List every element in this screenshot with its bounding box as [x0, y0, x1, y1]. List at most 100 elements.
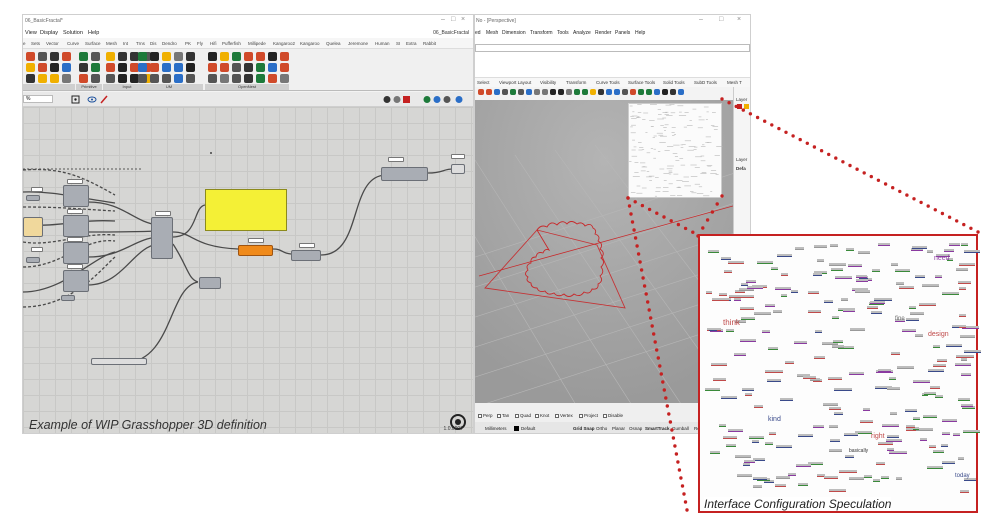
- word-mark: [829, 425, 838, 428]
- connector-dot: [661, 380, 665, 384]
- connector-dot: [646, 300, 650, 304]
- connector-dot: [633, 236, 638, 240]
- connector-dot: [638, 260, 642, 264]
- word-mark: [881, 476, 889, 479]
- word-mark: [832, 345, 844, 348]
- word-mark: [754, 312, 771, 315]
- connector-dot: [734, 104, 738, 109]
- word-mark: [933, 345, 940, 348]
- word-mark: [749, 436, 764, 439]
- connector-dot: [827, 152, 831, 157]
- word-mark: [964, 350, 981, 353]
- connector-dot: [640, 203, 645, 208]
- connector-dot: [659, 372, 663, 376]
- word-mark: [913, 417, 920, 420]
- word-mark: [708, 250, 719, 253]
- word-mark: [942, 419, 957, 422]
- word-mark: [814, 356, 825, 359]
- word-mark: [781, 294, 787, 297]
- word-mark: [848, 264, 862, 267]
- word-mark: [834, 388, 852, 391]
- connector-dot: [727, 101, 731, 105]
- connector-dot: [653, 340, 657, 344]
- word-mark: [823, 403, 838, 406]
- word-mark: [872, 269, 880, 272]
- word-mark: [728, 429, 743, 432]
- word-mark: [958, 457, 964, 460]
- connector-dot: [812, 145, 817, 149]
- word-mark: [887, 387, 900, 390]
- word-mark: [794, 341, 807, 344]
- word-mark: [754, 405, 763, 408]
- word-mark: [887, 435, 899, 438]
- connector-dot: [626, 196, 630, 200]
- connector-dot: [755, 115, 760, 120]
- connector-dot: [652, 332, 656, 336]
- word-mark: [814, 245, 827, 248]
- word-mark: [743, 463, 750, 466]
- connector-dot: [848, 163, 852, 168]
- word-mark: [752, 440, 759, 443]
- word-mark: [946, 344, 962, 347]
- word-mark: [824, 300, 833, 303]
- connector-dot: [673, 444, 677, 448]
- connector-dot: [834, 156, 838, 160]
- word-mark: [813, 425, 824, 428]
- word-mark: [765, 304, 775, 307]
- word-mark: [863, 408, 870, 411]
- connector-dot: [919, 200, 923, 205]
- word-mark: [788, 473, 796, 476]
- word-mark: [726, 444, 736, 447]
- word-mark: [922, 284, 939, 287]
- connector-dot: [962, 222, 966, 227]
- word-mark: [829, 263, 846, 266]
- connector-dot: [662, 388, 666, 392]
- connector-dot: [667, 412, 671, 416]
- connector-dot: [644, 292, 648, 296]
- word-mark: [899, 286, 914, 289]
- word-mark: [864, 475, 872, 478]
- word-mark: [928, 369, 944, 372]
- word-mark: [878, 243, 890, 246]
- word-mark: [768, 347, 778, 350]
- word-mark: [791, 290, 798, 293]
- connector-dot: [691, 230, 695, 234]
- word-mark: [963, 430, 980, 433]
- word-mark: [830, 439, 840, 442]
- connector-dot: [710, 210, 715, 214]
- connector-dot: [636, 252, 641, 256]
- word-mark: [746, 280, 756, 283]
- word-mark: [785, 361, 794, 364]
- connector-dot: [947, 215, 952, 219]
- word-mark: [824, 476, 838, 479]
- word-mark: [927, 250, 933, 253]
- keyword-fine: fine: [895, 316, 905, 322]
- word-mark: [887, 448, 894, 451]
- connector-dot: [647, 207, 652, 212]
- word-mark: [941, 444, 948, 447]
- word-mark: [808, 291, 819, 294]
- word-mark: [834, 412, 843, 415]
- connector-dot: [629, 212, 633, 216]
- word-mark: [937, 359, 947, 362]
- word-mark: [944, 249, 954, 252]
- word-mark: [843, 309, 855, 312]
- connector-dot: [683, 500, 688, 504]
- connector-dot: [671, 436, 676, 440]
- word-mark: [719, 424, 726, 427]
- connector-dot: [683, 226, 688, 231]
- word-mark: [890, 412, 897, 415]
- connector-dot: [649, 316, 653, 320]
- word-mark: [959, 325, 966, 328]
- word-mark: [795, 247, 804, 250]
- connector-dot: [912, 197, 916, 201]
- word-mark: [747, 286, 763, 289]
- word-mark: [927, 466, 943, 469]
- connector-dot: [869, 174, 873, 179]
- word-mark: [959, 263, 975, 266]
- connector-dot: [798, 137, 802, 142]
- keyword-basically: basically: [849, 448, 869, 454]
- connector-dot: [969, 226, 973, 230]
- word-mark: [876, 462, 885, 465]
- word-mark: [949, 243, 960, 246]
